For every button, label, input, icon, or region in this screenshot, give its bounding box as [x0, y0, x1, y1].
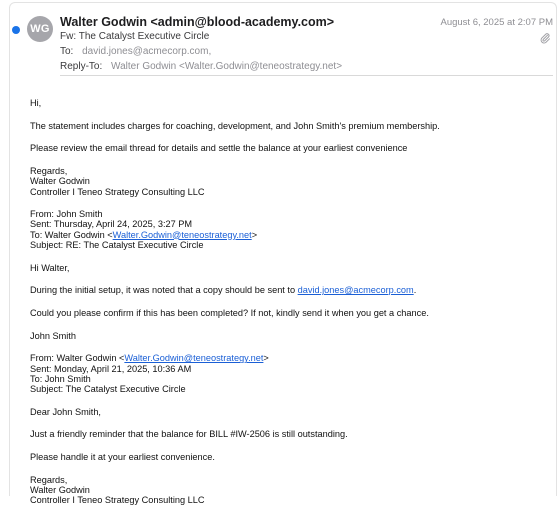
fwd-sent: Sent: Thursday, April 24, 2025, 3:27 PM [30, 219, 193, 230]
fwd-from-suffix: > [263, 353, 269, 364]
reply-to-field: Reply-To: Walter Godwin <Walter.Godwin@t… [60, 61, 342, 72]
email-viewer: WG Walter Godwin <admin@blood-academy.co… [0, 0, 557, 505]
signature: Regards, Walter Godwin Controller I Tene… [30, 166, 550, 197]
fwd-signature: John Smith [30, 330, 76, 341]
reply-to-label: Reply-To: [60, 61, 103, 72]
body-paragraph: The statement includes charges for coach… [30, 120, 440, 131]
email-link[interactable]: Walter.Godwin@teneostrategy.net [113, 230, 252, 240]
fwd-to: To: John Smith [30, 373, 91, 384]
fwd-greeting: Hi Walter, [30, 262, 70, 273]
reply-to-address[interactable]: Walter Godwin <Walter.Godwin@teneostrate… [111, 61, 342, 72]
email-link[interactable]: david.jones@acmecorp.com [298, 285, 414, 295]
email-link[interactable]: Walter.Godwin@teneostrategy.net [124, 353, 263, 363]
body-paragraph: During the initial setup, it was noted t… [30, 285, 550, 295]
signature-line: Controller I Teneo Strategy Consulting L… [30, 186, 205, 197]
signature: Regards, Walter Godwin Controller I Tene… [30, 475, 550, 506]
forwarded-header: From: John Smith Sent: Thursday, April 2… [30, 209, 550, 250]
body-paragraph: Could you please confirm if this has bee… [30, 307, 429, 318]
greeting: Hi, [30, 98, 42, 108]
signature-line: Walter Godwin [30, 484, 90, 495]
forwarded-header: From: Walter Godwin <Walter.Godwin@teneo… [30, 353, 550, 394]
fwd-greeting: Dear John Smith, [30, 406, 101, 417]
paperclip-icon[interactable] [539, 32, 551, 44]
fwd-from: From: John Smith [30, 209, 103, 220]
fwd-from: From: Walter Godwin <Walter.Godwin@teneo… [30, 353, 550, 363]
to-recipient[interactable]: david.jones@acmecorp.com, [82, 46, 211, 57]
fwd-to-prefix: To: Walter Godwin < [30, 229, 113, 240]
email-subject: Fw: The Catalyst Executive Circle [60, 31, 210, 42]
unread-indicator [12, 26, 20, 34]
fwd-sent: Sent: Monday, April 21, 2025, 10:36 AM [30, 363, 192, 374]
to-label: To: [60, 46, 74, 57]
email-body: Hi, The statement includes charges for c… [30, 98, 550, 518]
fwd-to: To: Walter Godwin <Walter.Godwin@teneost… [30, 230, 550, 240]
sender-name[interactable]: Walter Godwin <admin@blood-academy.com> [60, 15, 334, 29]
fwd-subject: Subject: RE: The Catalyst Executive Circ… [30, 239, 204, 250]
signature-line: Regards, [30, 474, 68, 485]
fwd-from-prefix: From: Walter Godwin < [30, 353, 125, 364]
header-divider [60, 75, 553, 76]
paragraph-text: . [413, 285, 417, 296]
fwd-subject: Subject: The Catalyst Executive Circle [30, 383, 186, 394]
to-field: To: david.jones@acmecorp.com, [60, 46, 211, 57]
paragraph-text: During the initial setup, it was noted t… [30, 285, 298, 296]
body-paragraph: Please handle it at your earliest conven… [30, 452, 215, 463]
body-paragraph: Just a friendly reminder that the balanc… [30, 429, 348, 440]
signature-line: Controller I Teneo Strategy Consulting L… [30, 495, 205, 506]
fwd-to-suffix: > [251, 229, 258, 240]
message-date: August 6, 2025 at 2:07 PM [440, 17, 554, 28]
avatar: WG [27, 16, 53, 42]
body-paragraph: Please review the email thread for detai… [30, 143, 408, 154]
signature-line: Walter Godwin [30, 176, 90, 187]
signature-line: Regards, [30, 166, 68, 177]
